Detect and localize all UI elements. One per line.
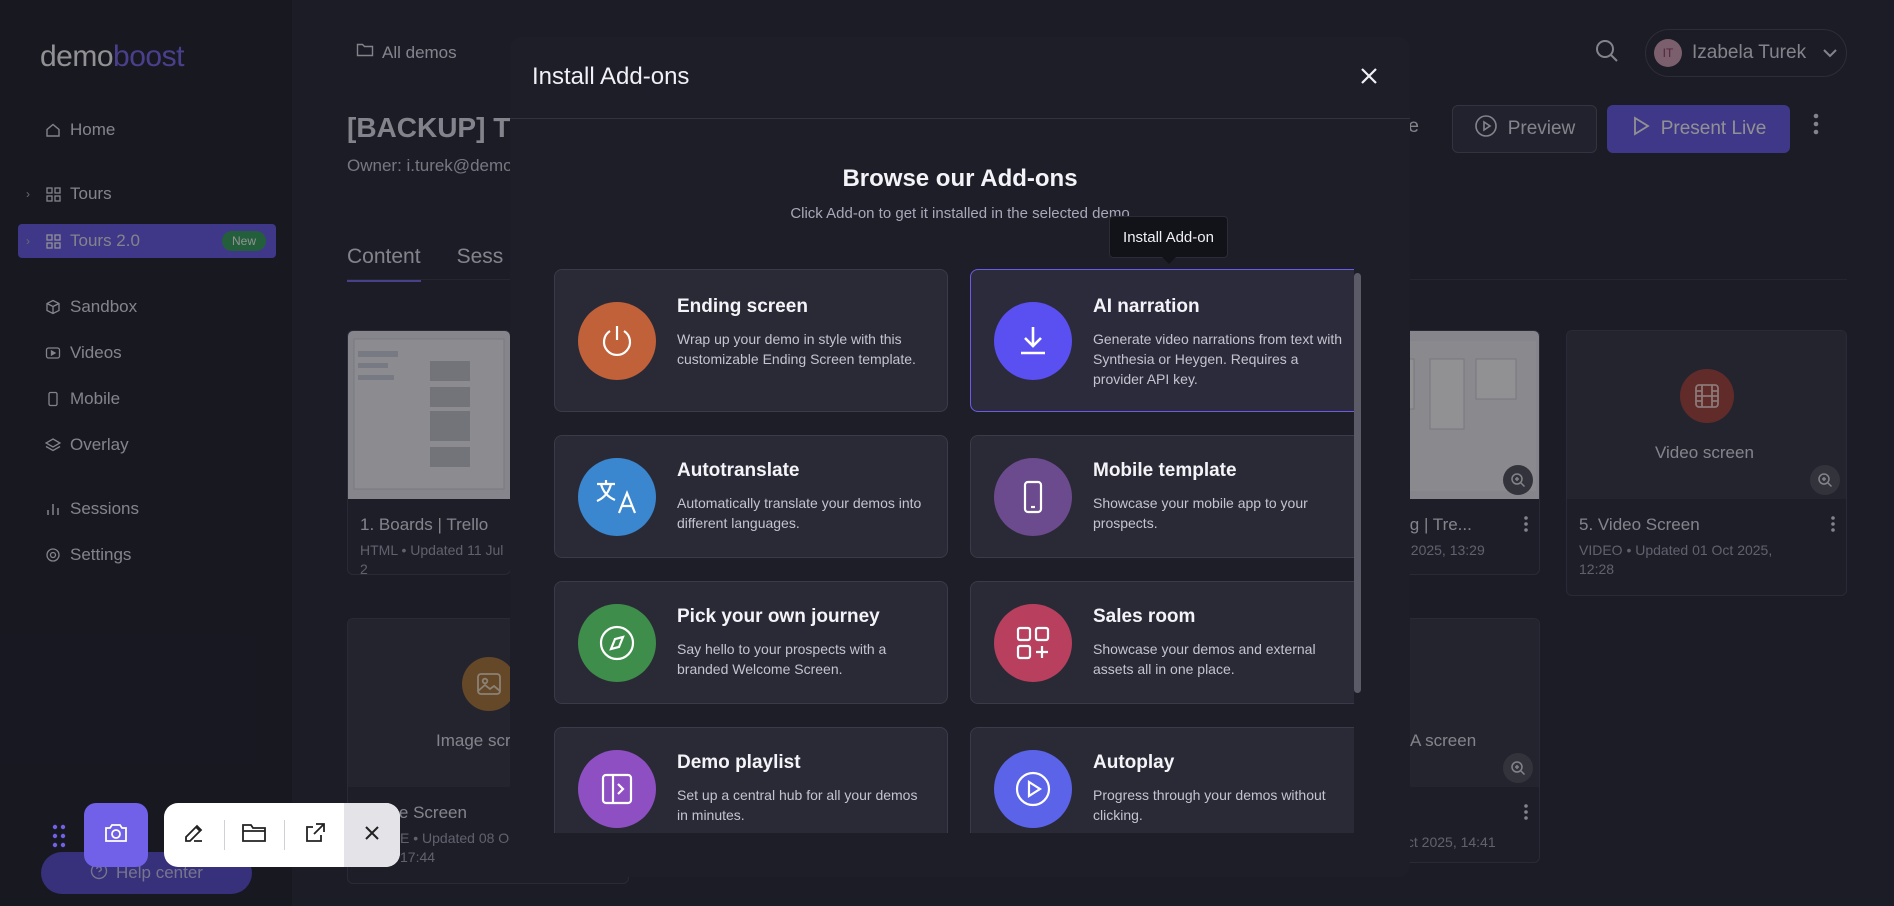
addon-description: Automatically translate your demos into … [677, 495, 922, 531]
addon-description: Set up a central hub for all your demos … [677, 787, 918, 823]
compass-icon [578, 604, 656, 682]
download-icon [994, 302, 1072, 380]
mobile-icon [994, 458, 1072, 536]
install-addons-modal: Install Add-ons Browse our Add-ons Click… [510, 37, 1410, 877]
external-link-icon [303, 821, 327, 850]
folder-icon [241, 822, 267, 849]
addon-description: Generate video narrations from text with… [1093, 331, 1343, 387]
addon-list: Ending screen Wrap up your demo in style… [554, 269, 1354, 833]
addon-name: Ending screen [677, 296, 808, 317]
browse-subheading: Click Add-on to get it installed in the … [790, 205, 1130, 222]
translate-icon [578, 458, 656, 536]
folder-button[interactable] [224, 803, 284, 867]
addon-description: Wrap up your demo in style with this cus… [677, 331, 916, 367]
power-icon [578, 302, 656, 380]
toolbar-close-button[interactable] [344, 803, 400, 867]
scrollbar[interactable] [1354, 273, 1361, 693]
modal-header: Install Add-ons [510, 37, 1410, 119]
addon-ai-narration[interactable]: AI narration Generate video narrations f… [970, 269, 1354, 412]
open-external-button[interactable] [285, 803, 345, 867]
modal-title: Install Add-ons [532, 63, 690, 90]
modal-close-button[interactable] [1356, 65, 1382, 91]
addon-mobile-template[interactable]: Mobile template Showcase your mobile app… [970, 435, 1354, 558]
addon-name: Demo playlist [677, 752, 801, 773]
drag-handle-icon[interactable] [52, 824, 66, 853]
play-circle-icon [994, 750, 1072, 828]
install-addon-tooltip: Install Add-on [1109, 216, 1228, 264]
addon-sales-room[interactable]: Sales room Showcase your demos and exter… [970, 581, 1354, 704]
addon-name: Mobile template [1093, 460, 1237, 481]
addon-autotranslate[interactable]: Autotranslate Automatically translate yo… [554, 435, 948, 558]
addon-description: Showcase your mobile app to your prospec… [1093, 495, 1308, 531]
close-icon [1359, 66, 1379, 91]
addon-pick-your-own-journey[interactable]: Pick your own journey Say hello to your … [554, 581, 948, 704]
addon-name: AI narration [1093, 296, 1200, 317]
addon-name: Autotranslate [677, 460, 800, 481]
edit-button[interactable] [164, 803, 224, 867]
capture-button[interactable] [84, 803, 148, 867]
camera-icon [103, 821, 129, 850]
addon-description: Showcase your demos and external assets … [1093, 641, 1316, 677]
browse-heading: Browse our Add-ons [842, 165, 1078, 192]
sidebar-panel-icon [578, 750, 656, 828]
addon-demo-playlist[interactable]: Demo playlist Set up a central hub for a… [554, 727, 948, 833]
addon-description: Say hello to your prospects with a brand… [677, 641, 887, 677]
addon-description: Progress through your demos without clic… [1093, 787, 1326, 823]
close-icon [363, 824, 381, 847]
floating-toolbar [164, 803, 400, 867]
addon-autoplay[interactable]: Autoplay Progress through your demos wit… [970, 727, 1354, 833]
addon-name: Sales room [1093, 606, 1196, 627]
addon-name: Pick your own journey [677, 606, 880, 627]
addon-name: Autoplay [1093, 752, 1175, 773]
addon-ending-screen[interactable]: Ending screen Wrap up your demo in style… [554, 269, 948, 412]
apps-add-icon [994, 604, 1072, 682]
edit-icon [182, 821, 206, 850]
